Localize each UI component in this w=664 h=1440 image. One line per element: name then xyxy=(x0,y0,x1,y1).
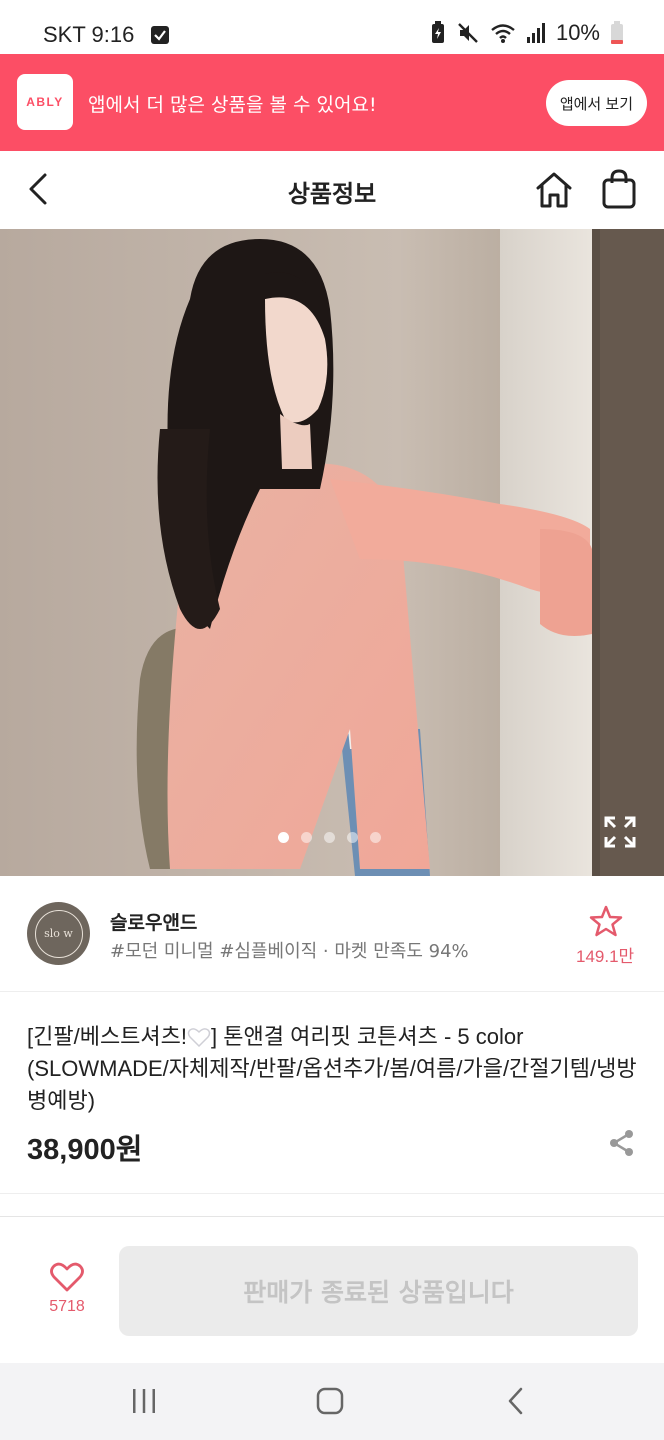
mute-icon xyxy=(458,23,478,43)
store-logo-text: slo w xyxy=(34,909,83,958)
product-info: [긴팔/베스트셔츠!] 톤앤결 여리핏 코튼셔츠 - 5 color (SLOW… xyxy=(0,993,664,1193)
banner-message: 앱에서 더 많은 상품을 볼 수 있어요! xyxy=(88,94,377,116)
like-count: 5718 xyxy=(49,1298,85,1315)
star-icon[interactable] xyxy=(589,904,623,938)
bottom-action-bar: 5718 판매가 종료된 상품입니다 xyxy=(0,1218,664,1363)
battery-percent: 10% xyxy=(555,20,600,45)
product-price: 38,900원 xyxy=(27,1134,143,1166)
shopping-bag-icon[interactable] xyxy=(600,168,638,210)
pagination-dot[interactable] xyxy=(370,832,381,843)
wifi-icon xyxy=(491,24,515,43)
store-tags: #모던 미니멀 #심플베이직 · 마켓 만족도 94% xyxy=(110,941,469,962)
status-bar: SKT 9:16 10% xyxy=(0,0,664,54)
store-favorite-count: 149.1만 xyxy=(576,947,635,966)
product-title: [긴팔/베스트셔츠!] 톤앤결 여리핏 코튼셔츠 - 5 color (SLOW… xyxy=(27,1021,637,1117)
heart-icon xyxy=(50,1262,84,1292)
app-install-banner: ABLY 앱에서 더 많은 상품을 볼 수 있어요! 앱에서 보기 xyxy=(0,54,664,151)
pagination-dot[interactable] xyxy=(278,832,289,843)
pagination-dot[interactable] xyxy=(347,832,358,843)
home-nav-icon[interactable] xyxy=(316,1387,344,1415)
like-button[interactable]: 5718 xyxy=(40,1262,94,1316)
status-icons: 10% xyxy=(430,20,624,46)
recent-apps-icon[interactable] xyxy=(131,1388,157,1414)
store-name[interactable]: 슬로우앤드 xyxy=(110,908,197,935)
share-icon[interactable] xyxy=(608,1129,636,1157)
pagination-dot[interactable] xyxy=(301,832,312,843)
back-nav-icon[interactable] xyxy=(506,1386,526,1416)
product-title-start: [긴팔/베스트셔츠! xyxy=(27,1024,188,1049)
store-logo[interactable]: slo w xyxy=(27,902,90,965)
expand-icon[interactable] xyxy=(604,816,636,848)
product-image[interactable] xyxy=(0,229,664,876)
battery-icon xyxy=(611,21,623,44)
section-divider xyxy=(0,1193,664,1217)
page-header: 상품정보 xyxy=(0,151,664,229)
pagination-dot[interactable] xyxy=(324,832,335,843)
open-in-app-button[interactable]: 앱에서 보기 xyxy=(545,80,647,126)
sold-out-button[interactable]: 판매가 종료된 상품입니다 xyxy=(119,1246,638,1336)
status-time: SKT 9:16 xyxy=(43,22,135,47)
white-heart-icon xyxy=(187,1028,211,1047)
ably-logo: ABLY xyxy=(17,74,73,130)
image-pagination xyxy=(278,832,381,843)
battery-saver-icon xyxy=(431,21,444,43)
system-navigation-bar xyxy=(0,1363,664,1440)
signal-icon xyxy=(526,23,545,43)
store-row[interactable]: slo w 슬로우앤드 #모던 미니멀 #심플베이직 · 마켓 만족도 94% … xyxy=(0,876,664,992)
home-icon[interactable] xyxy=(534,170,574,210)
checkbox-notification-icon xyxy=(151,26,169,44)
product-photo xyxy=(0,229,664,876)
